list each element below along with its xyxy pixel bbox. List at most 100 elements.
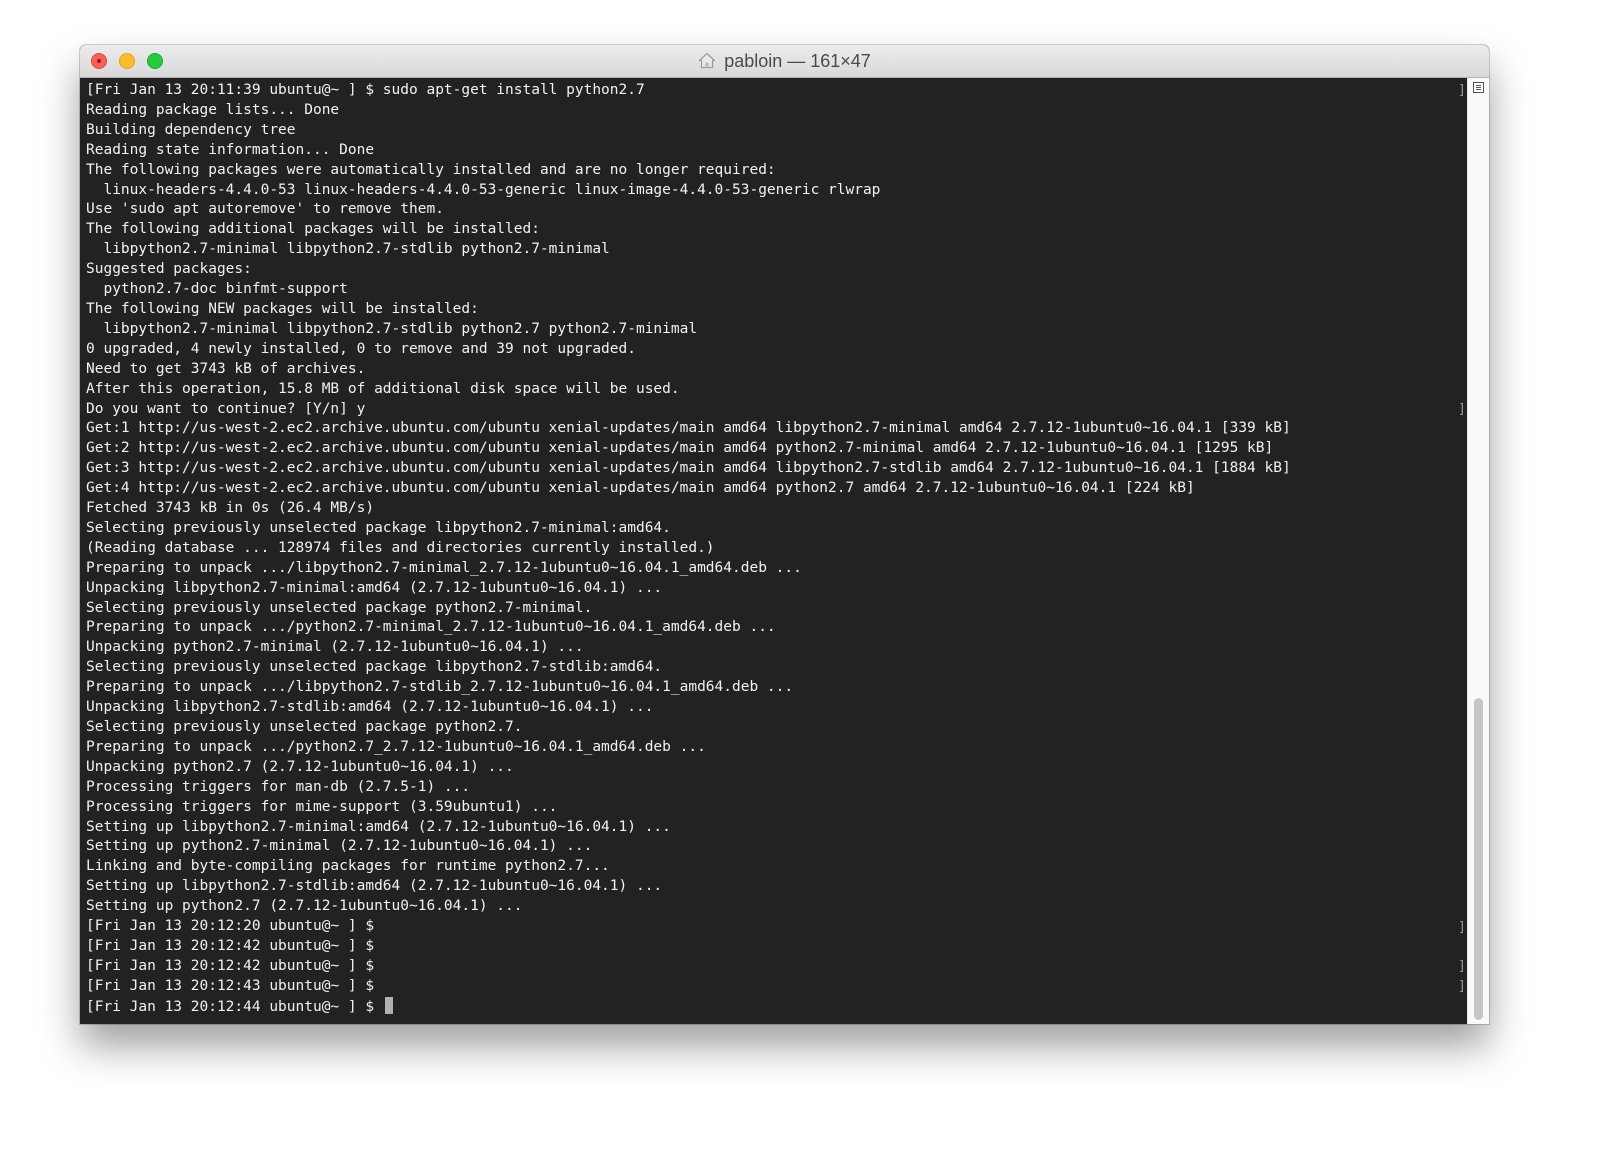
terminal-line-text: Setting up libpython2.7-minimal:amd64 (2… xyxy=(86,818,671,835)
terminal-line-text: Building dependency tree xyxy=(86,121,296,138)
terminal-line-text: [Fri Jan 13 20:12:43 ubuntu@~ ] $ xyxy=(86,977,375,994)
terminal-line: python2.7-doc binfmt-support xyxy=(86,280,1464,300)
terminal-line: The following NEW packages will be insta… xyxy=(86,300,1464,320)
terminal-line: Setting up libpython2.7-minimal:amd64 (2… xyxy=(86,818,1464,838)
home-icon xyxy=(699,52,716,68)
terminal-line-text: The following additional packages will b… xyxy=(86,221,540,238)
terminal-line: linux-headers-4.4.0-53 linux-headers-4.4… xyxy=(86,181,1464,201)
terminal-line-text: Get:1 http://us-west-2.ec2.archive.ubunt… xyxy=(86,420,1291,437)
terminal-line-text: Unpacking libpython2.7-minimal:amd64 (2.… xyxy=(86,579,663,596)
terminal-line: [Fri Jan 13 20:12:42 ubuntu@~ ] $ xyxy=(86,937,1464,957)
terminal-line-text: Linking and byte-compiling packages for … xyxy=(86,858,610,875)
terminal-line: The following packages were automaticall… xyxy=(86,161,1464,181)
terminal-line: Unpacking python2.7 (2.7.12-1ubuntu0~16.… xyxy=(86,758,1464,778)
terminal-line-text: Fetched 3743 kB in 0s (26.4 MB/s) xyxy=(86,500,375,517)
terminal-line-text: Selecting previously unselected package … xyxy=(86,659,663,676)
terminal-line-text: python2.7-doc binfmt-support xyxy=(86,281,348,298)
terminal-line-text: Selecting previously unselected package … xyxy=(86,719,523,735)
terminal-line-text: libpython2.7-minimal libpython2.7-stdlib… xyxy=(86,320,698,337)
terminal-line-text: (Reading database ... 128974 files and d… xyxy=(86,539,715,556)
terminal-line: libpython2.7-minimal libpython2.7-stdlib… xyxy=(86,320,1464,340)
active-prompt-line: [Fri Jan 13 20:12:44 ubuntu@~ ] $ xyxy=(86,996,1464,1017)
terminal-line: Selecting previously unselected package … xyxy=(86,599,1464,619)
line-mark-icon: ] xyxy=(1458,919,1466,935)
terminal-output[interactable]: [Fri Jan 13 20:11:39 ubuntu@~ ] $ sudo a… xyxy=(80,78,1467,1024)
terminal-line-text: 0 upgraded, 4 newly installed, 0 to remo… xyxy=(86,340,636,357)
terminal-line: Preparing to unpack .../python2.7_2.7.12… xyxy=(86,738,1464,758)
terminal-line: After this operation, 15.8 MB of additio… xyxy=(86,380,1464,400)
terminal-line-text: Setting up python2.7-minimal (2.7.12-1ub… xyxy=(86,838,593,855)
terminal-line: (Reading database ... 128974 files and d… xyxy=(86,539,1464,559)
terminal-line: Fetched 3743 kB in 0s (26.4 MB/s) xyxy=(86,499,1464,519)
terminal-line-text: Preparing to unpack .../python2.7-minima… xyxy=(86,619,776,636)
terminal-line-text: Get:4 http://us-west-2.ec2.archive.ubunt… xyxy=(86,480,1195,497)
terminal-line-text: Processing triggers for mime-support (3.… xyxy=(86,798,558,815)
terminal-line-text: Unpacking libpython2.7-stdlib:amd64 (2.7… xyxy=(86,699,654,716)
terminal-line-text: [Fri Jan 13 20:12:42 ubuntu@~ ] $ xyxy=(86,957,375,974)
terminal-line: [Fri Jan 13 20:12:43 ubuntu@~ ] $ xyxy=(86,977,1464,997)
terminal-line-text: Selecting previously unselected package … xyxy=(86,599,593,616)
terminal-line-text: Reading package lists... Done xyxy=(86,101,340,118)
text-cursor xyxy=(384,996,393,1014)
terminal-line: Setting up python2.7-minimal (2.7.12-1ub… xyxy=(86,837,1464,857)
terminal-line: Preparing to unpack .../libpython2.7-min… xyxy=(86,559,1464,579)
window-title: pabloin — 161×47 xyxy=(80,45,1489,77)
terminal-line: [Fri Jan 13 20:12:42 ubuntu@~ ] $ xyxy=(86,957,1464,977)
terminal-line: Building dependency tree xyxy=(86,121,1464,141)
line-mark-icon: ] xyxy=(1458,401,1466,417)
terminal-lines: [Fri Jan 13 20:11:39 ubuntu@~ ] $ sudo a… xyxy=(86,81,1464,1017)
terminal-line: Reading state information... Done xyxy=(86,141,1464,161)
terminal-line-text: Setting up libpython2.7-stdlib:amd64 (2.… xyxy=(86,878,663,895)
terminal-line-text: The following packages were automaticall… xyxy=(86,161,776,178)
terminal-window: pabloin — 161×47 [Fri Jan 13 20:11:39 ub… xyxy=(80,45,1489,1024)
terminal-line: The following additional packages will b… xyxy=(86,220,1464,240)
terminal-line: Get:1 http://us-west-2.ec2.archive.ubunt… xyxy=(86,419,1464,439)
scrollbar-thumb[interactable] xyxy=(1474,698,1483,1020)
terminal-line: Unpacking libpython2.7-minimal:amd64 (2.… xyxy=(86,579,1464,599)
terminal-line-text: Preparing to unpack .../python2.7_2.7.12… xyxy=(86,738,706,755)
terminal-line: Processing triggers for mime-support (3.… xyxy=(86,798,1464,818)
terminal-line-text: Preparing to unpack .../libpython2.7-min… xyxy=(86,559,802,576)
terminal-line-text: Need to get 3743 kB of archives. xyxy=(86,360,366,377)
terminal-line-text: The following NEW packages will be insta… xyxy=(86,300,479,317)
terminal-line: Preparing to unpack .../python2.7-minima… xyxy=(86,618,1464,638)
terminal-line: Unpacking libpython2.7-stdlib:amd64 (2.7… xyxy=(86,698,1464,718)
terminal-line: Selecting previously unselected package … xyxy=(86,658,1464,678)
terminal-line: Suggested packages: xyxy=(86,260,1464,280)
title-bar[interactable]: pabloin — 161×47 xyxy=(80,45,1489,78)
line-mark-icon: ] xyxy=(1458,83,1466,98)
terminal-line-text: Unpacking python2.7-minimal (2.7.12-1ubu… xyxy=(86,639,584,656)
terminal-line-text: Get:3 http://us-west-2.ec2.archive.ubunt… xyxy=(86,460,1291,477)
terminal-line: libpython2.7-minimal libpython2.7-stdlib… xyxy=(86,240,1464,260)
terminal-line: Selecting previously unselected package … xyxy=(86,519,1464,539)
terminal-line: Selecting previously unselected package … xyxy=(86,718,1464,738)
line-mark-icon: ] xyxy=(1458,979,1466,995)
terminal-line-text: [Fri Jan 13 20:12:20 ubuntu@~ ] $ xyxy=(86,918,375,935)
terminal-line: Need to get 3743 kB of archives. xyxy=(86,360,1464,380)
terminal-line-text: [Fri Jan 13 20:12:44 ubuntu@~ ] $ xyxy=(86,998,383,1015)
terminal-line-text: [Fri Jan 13 20:11:39 ubuntu@~ ] $ sudo a… xyxy=(86,82,645,98)
terminal-line-text: linux-headers-4.4.0-53 linux-headers-4.4… xyxy=(86,181,881,198)
window-title-text: pabloin — 161×47 xyxy=(724,51,871,71)
terminal-line-text: libpython2.7-minimal libpython2.7-stdlib… xyxy=(86,241,610,258)
terminal-line: Do you want to continue? [Y/n] y xyxy=(86,400,1464,420)
terminal-line: Processing triggers for man-db (2.7.5-1)… xyxy=(86,778,1464,798)
terminal-line: Get:3 http://us-west-2.ec2.archive.ubunt… xyxy=(86,459,1464,479)
terminal-line: Get:4 http://us-west-2.ec2.archive.ubunt… xyxy=(86,479,1464,499)
marks-toggle-icon[interactable] xyxy=(1473,82,1484,93)
terminal-line: Unpacking python2.7-minimal (2.7.12-1ubu… xyxy=(86,638,1464,658)
terminal-line-text: [Fri Jan 13 20:12:42 ubuntu@~ ] $ xyxy=(86,937,375,954)
terminal-line-text: Use 'sudo apt autoremove' to remove them… xyxy=(86,201,444,218)
terminal-line-text: Selecting previously unselected package … xyxy=(86,519,671,536)
terminal-line: Preparing to unpack .../libpython2.7-std… xyxy=(86,678,1464,698)
line-mark-icon: ] xyxy=(1458,959,1466,975)
terminal-line-text: Setting up python2.7 (2.7.12-1ubuntu0~16… xyxy=(86,898,523,915)
scrollbar[interactable] xyxy=(1467,78,1489,1024)
terminal-line: Use 'sudo apt autoremove' to remove them… xyxy=(86,200,1464,220)
terminal-line-text: Processing triggers for man-db (2.7.5-1)… xyxy=(86,778,471,795)
terminal-line: [Fri Jan 13 20:12:20 ubuntu@~ ] $ xyxy=(86,917,1464,937)
terminal-line: Setting up libpython2.7-stdlib:amd64 (2.… xyxy=(86,877,1464,897)
terminal-line-text: After this operation, 15.8 MB of additio… xyxy=(86,380,680,397)
terminal-line: Linking and byte-compiling packages for … xyxy=(86,857,1464,877)
terminal-line: Get:2 http://us-west-2.ec2.archive.ubunt… xyxy=(86,439,1464,459)
